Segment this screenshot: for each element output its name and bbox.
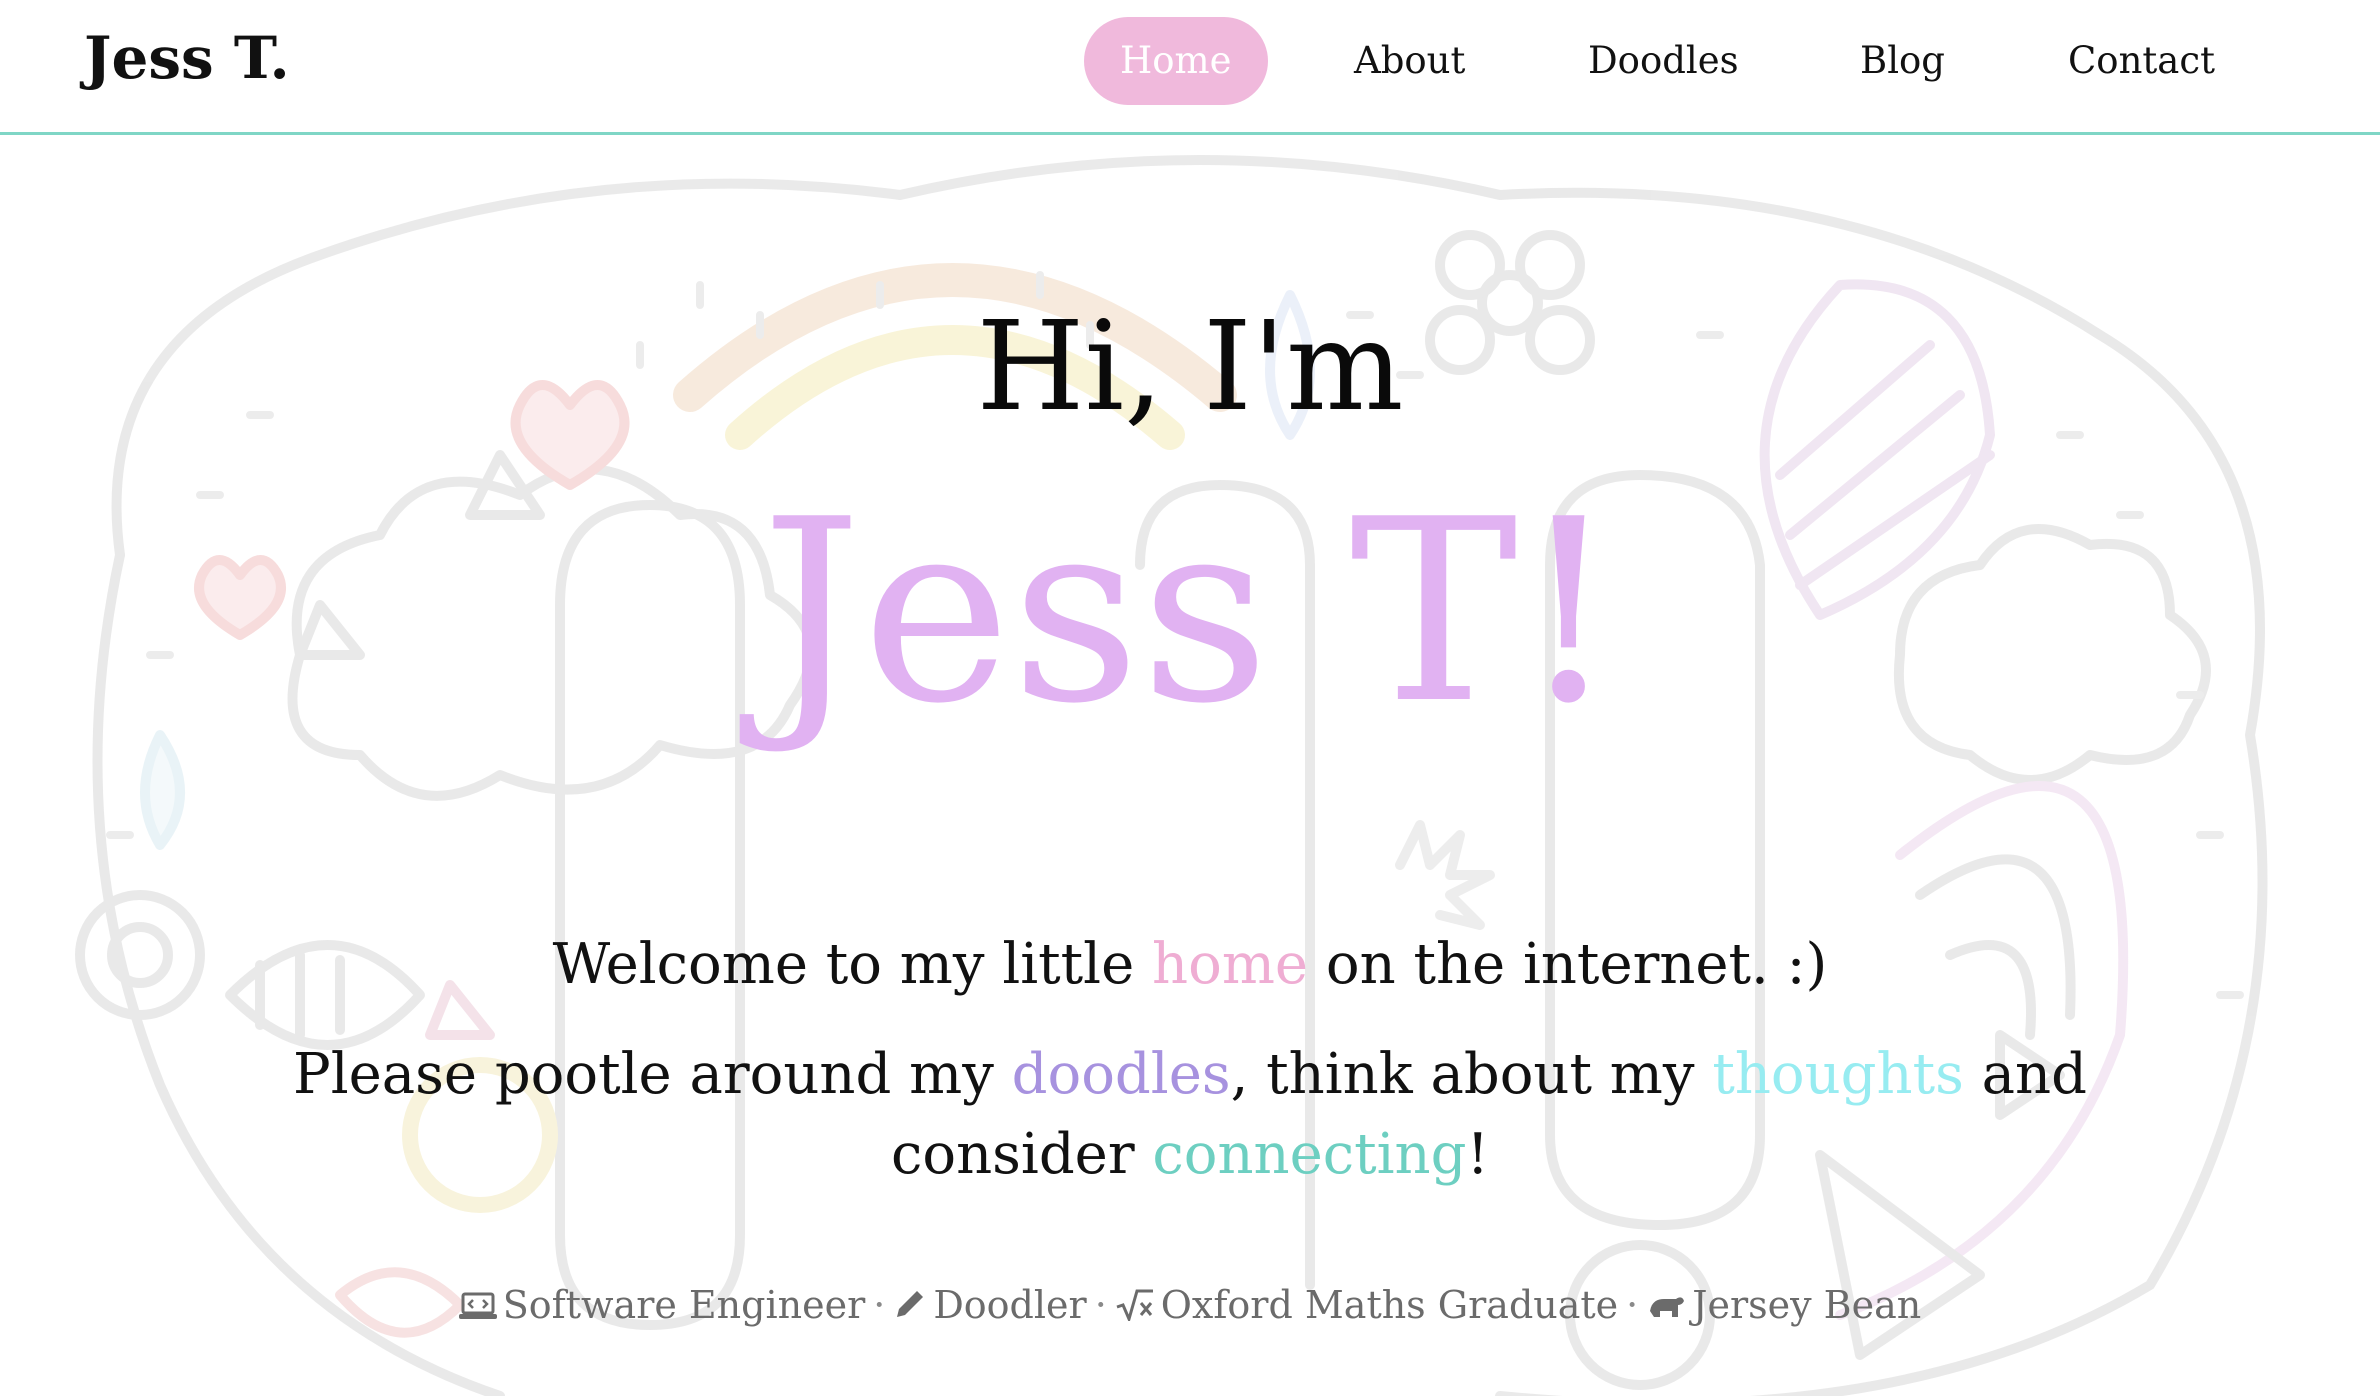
welcome-text-after: on the internet. :)	[1308, 932, 1828, 997]
hero-section: Hi, I'm Jess T! Welcome to my little hom…	[0, 135, 2380, 1396]
tagline: Software Engineer · Doodler · Oxford Maths…	[0, 1283, 2380, 1331]
connecting-link[interactable]: connecting	[1152, 1122, 1466, 1187]
tag-software-engineer: Software Engineer	[502, 1283, 866, 1327]
welcome-home-highlight: home	[1152, 932, 1309, 997]
invite-text-1: Please pootle around my	[293, 1042, 1012, 1107]
tag-doodler: Doodler	[933, 1283, 1087, 1327]
pencil-icon	[893, 1286, 927, 1332]
hero-greeting: Hi, I'm	[976, 295, 1404, 439]
hero-name: Jess T!	[760, 466, 1620, 759]
invite-text-4: !	[1466, 1122, 1489, 1187]
tag-separator: ·	[873, 1283, 886, 1327]
top-navigation-bar: Jess T. Home About Doodles Blog Contact	[0, 0, 2380, 135]
invite-text-2: , think about my	[1230, 1042, 1713, 1107]
laptop-code-icon	[458, 1286, 497, 1332]
tag-separator: ·	[1094, 1283, 1107, 1327]
nav-home[interactable]: Home	[1084, 17, 1268, 105]
site-brand-link[interactable]: Jess T.	[84, 24, 290, 92]
doodles-link[interactable]: doodles	[1012, 1042, 1231, 1107]
nav-about[interactable]: About	[1354, 17, 1465, 105]
nav-blog[interactable]: Blog	[1860, 17, 1945, 105]
tag-separator: ·	[1626, 1283, 1639, 1327]
tag-oxford-maths: Oxford Maths Graduate	[1160, 1283, 1619, 1327]
welcome-text-before: Welcome to my little	[552, 932, 1153, 997]
cow-icon	[1646, 1286, 1686, 1332]
nav-contact[interactable]: Contact	[2068, 17, 2215, 105]
tag-jersey-bean: Jersey Bean	[1692, 1283, 1922, 1327]
welcome-line: Welcome to my little home on the interne…	[0, 931, 2380, 998]
square-root-icon	[1115, 1286, 1155, 1332]
thoughts-link[interactable]: thoughts	[1712, 1042, 1964, 1107]
nav-doodles[interactable]: Doodles	[1588, 17, 1739, 105]
invite-line: Please pootle around my doodles, think a…	[200, 1035, 2180, 1195]
